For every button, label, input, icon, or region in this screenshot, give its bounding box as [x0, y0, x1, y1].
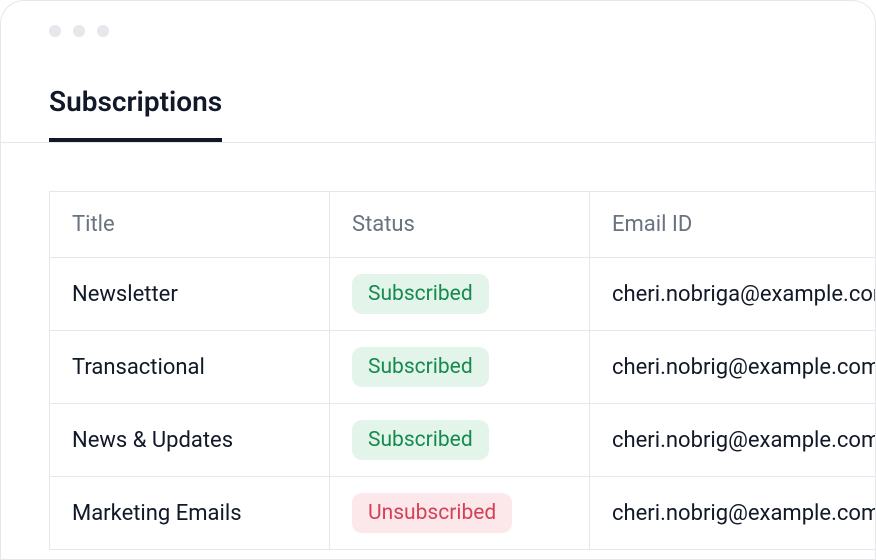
cell-title: Marketing Emails — [50, 477, 330, 550]
window-dot-close[interactable] — [49, 25, 61, 37]
app-window: Subscriptions Title Status Email ID News… — [0, 0, 876, 560]
column-header-email[interactable]: Email ID — [590, 192, 876, 258]
window-controls — [1, 1, 875, 37]
cell-email: cheri.nobrig@example.com — [590, 477, 876, 550]
cell-status: Unsubscribed — [330, 477, 590, 550]
column-header-status[interactable]: Status — [330, 192, 590, 258]
subscriptions-table: Title Status Email ID Newsletter Subscri… — [49, 191, 876, 550]
window-dot-maximize[interactable] — [97, 25, 109, 37]
status-badge: Subscribed — [352, 420, 489, 460]
table-row[interactable]: News & Updates Subscribed cheri.nobrig@e… — [50, 404, 876, 477]
cell-status: Subscribed — [330, 258, 590, 331]
cell-title: News & Updates — [50, 404, 330, 477]
table-row[interactable]: Transactional Subscribed cheri.nobrig@ex… — [50, 331, 876, 404]
cell-title: Newsletter — [50, 258, 330, 331]
table-row[interactable]: Newsletter Subscribed cheri.nobriga@exam… — [50, 258, 876, 331]
tab-bar: Subscriptions — [1, 37, 875, 143]
status-badge: Unsubscribed — [352, 493, 512, 533]
column-header-title[interactable]: Title — [50, 192, 330, 258]
content-area: Title Status Email ID Newsletter Subscri… — [1, 143, 875, 550]
cell-email: cheri.nobriga@example.com — [590, 258, 876, 331]
table-row[interactable]: Marketing Emails Unsubscribed cheri.nobr… — [50, 477, 876, 550]
cell-status: Subscribed — [330, 404, 590, 477]
tab-subscriptions[interactable]: Subscriptions — [49, 85, 222, 142]
table-body: Newsletter Subscribed cheri.nobriga@exam… — [50, 258, 876, 550]
cell-email: cheri.nobrig@example.com — [590, 404, 876, 477]
window-dot-minimize[interactable] — [73, 25, 85, 37]
cell-email: cheri.nobrig@example.com — [590, 331, 876, 404]
cell-title: Transactional — [50, 331, 330, 404]
cell-status: Subscribed — [330, 331, 590, 404]
status-badge: Subscribed — [352, 347, 489, 387]
status-badge: Subscribed — [352, 274, 489, 314]
table-header-row: Title Status Email ID — [50, 192, 876, 258]
